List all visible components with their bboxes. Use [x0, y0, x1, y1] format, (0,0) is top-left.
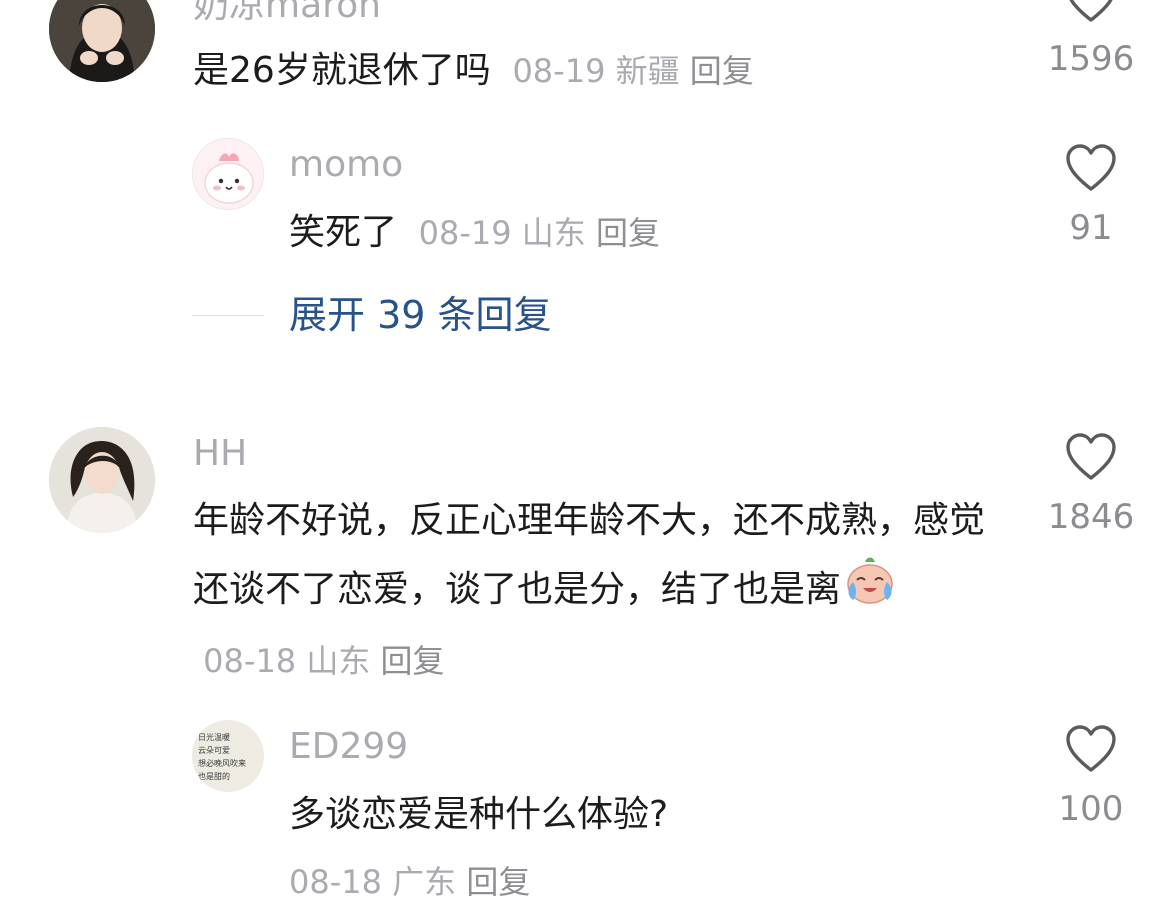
reply-date: 08-19	[418, 214, 512, 252]
comment-location: 山东	[306, 642, 371, 680]
avatar[interactable]	[49, 0, 155, 82]
comment-content: 是26岁就退休了吗	[193, 50, 491, 91]
reply-username[interactable]: momo	[289, 143, 403, 187]
heart-icon	[1066, 433, 1116, 480]
like-count: 100	[1058, 789, 1124, 829]
like-count: 1846	[1047, 497, 1135, 537]
reply-content: 多谈恋爱是种什么体验?	[289, 794, 669, 835]
reply-username[interactable]: ED299	[289, 725, 408, 769]
svg-text:云朵可爱: 云朵可爱	[198, 746, 230, 755]
heart-icon	[1066, 725, 1116, 772]
svg-text:也是甜的: 也是甜的	[198, 771, 230, 781]
reply-button[interactable]: 回复	[596, 214, 660, 252]
comment-text: 是26岁就退休了吗 08-19 新疆 回复	[193, 38, 1023, 104]
reply-location: 山东	[521, 214, 586, 252]
reply-button[interactable]: 回复	[466, 863, 530, 901]
reply-button[interactable]: 回复	[381, 642, 445, 680]
heart-icon	[1069, 0, 1113, 22]
reply-button[interactable]: 回复	[690, 52, 754, 90]
comment-date: 08-19	[512, 52, 606, 90]
comment-location: 新疆	[615, 52, 680, 90]
reply-meta: 08-18 广东 回复	[289, 862, 530, 902]
reply-content: 笑死了	[289, 212, 398, 253]
comment-text: 年龄不好说，反正心理年龄不大，还不成熟，感觉还谈不了恋爱，谈了也是分，结了也是离…	[193, 488, 1013, 694]
reply-text: 笑死了 08-19 山东 回复	[289, 200, 989, 266]
reply-date: 08-18	[289, 863, 382, 901]
reply-location: 广东	[392, 863, 457, 901]
avatar[interactable]	[192, 138, 264, 210]
svg-text:想必晚风吹来: 想必晚风吹来	[198, 758, 246, 768]
avatar-text: 日光温暖	[198, 732, 230, 742]
heart-icon	[1066, 144, 1116, 191]
expand-divider	[192, 315, 264, 316]
like-count: 91	[1069, 208, 1113, 248]
avatar[interactable]: 日光温暖 云朵可爱 想必晚风吹来 也是甜的	[192, 720, 264, 792]
like-button[interactable]: 91	[1041, 144, 1141, 248]
like-count: 1596	[1047, 39, 1135, 79]
comment-username[interactable]: 奶凉maron	[193, 0, 381, 28]
like-button[interactable]: 1596	[1041, 0, 1141, 79]
expand-replies-button[interactable]: 展开 39 条回复	[289, 292, 552, 338]
comment-username[interactable]: HH	[193, 432, 247, 476]
comment-date: 08-18	[203, 642, 297, 680]
like-button[interactable]: 1846	[1041, 433, 1141, 537]
avatar[interactable]	[49, 427, 155, 533]
like-button[interactable]: 100	[1041, 725, 1141, 829]
tearful-emoji-icon	[843, 554, 897, 628]
